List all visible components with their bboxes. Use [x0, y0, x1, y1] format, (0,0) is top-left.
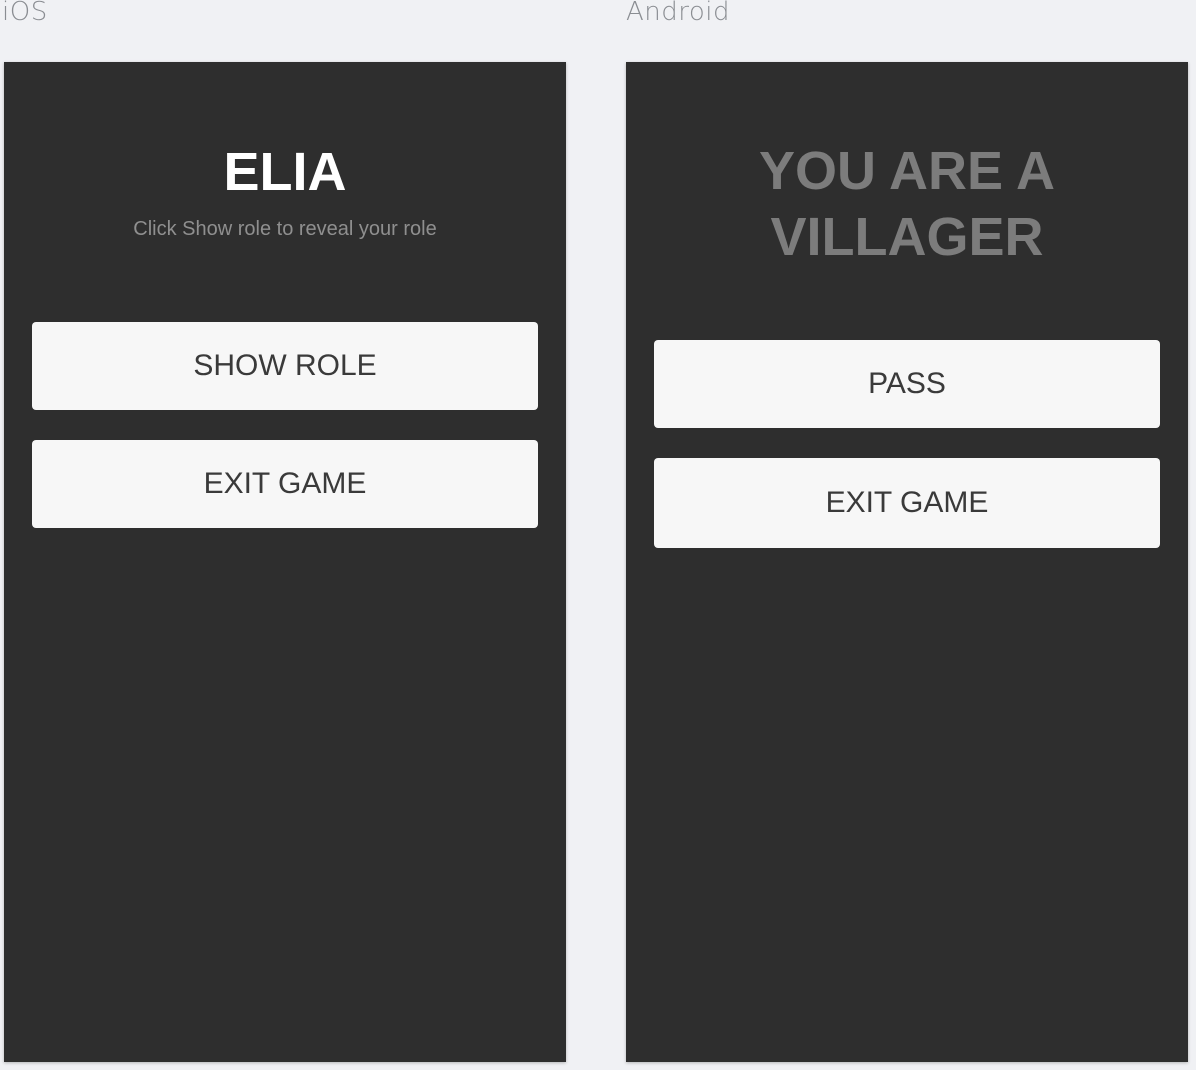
show-role-button[interactable]: SHOW ROLE — [32, 322, 538, 410]
reveal-instruction-text: Click Show role to reveal your role — [133, 218, 437, 240]
android-screen: YOU ARE A VILLAGER PASS EXIT GAME — [626, 62, 1188, 1062]
pass-button[interactable]: PASS — [654, 340, 1160, 428]
ios-screen: ELIA Click Show role to reveal your role… — [4, 62, 566, 1062]
android-platform-label: Android — [626, 0, 731, 27]
role-reveal-title: YOU ARE A VILLAGER — [758, 141, 1056, 267]
android-exit-game-button[interactable]: EXIT GAME — [654, 458, 1160, 548]
ios-platform-label: iOS — [2, 0, 48, 27]
player-name-title: ELIA — [223, 142, 347, 202]
ios-exit-game-button[interactable]: EXIT GAME — [32, 440, 538, 528]
